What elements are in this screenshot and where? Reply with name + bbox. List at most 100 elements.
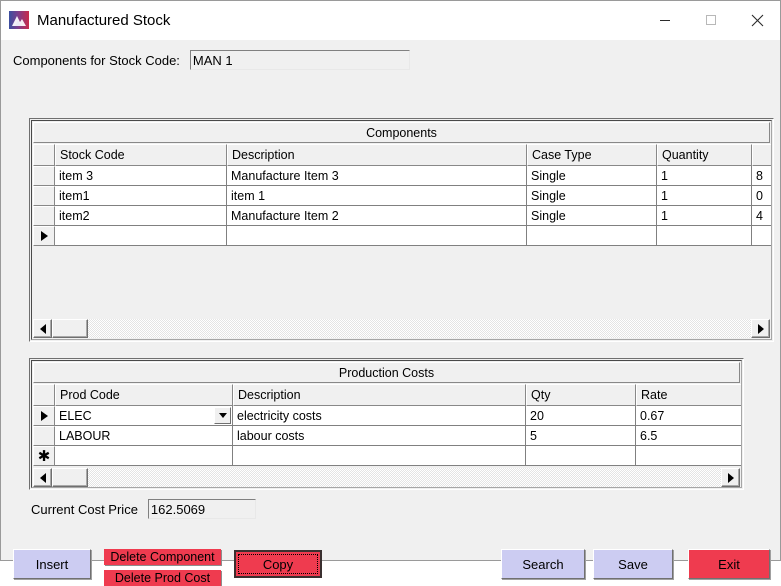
scroll-right-button[interactable] — [721, 468, 740, 487]
close-button[interactable] — [734, 1, 780, 39]
cell-description[interactable] — [227, 226, 527, 246]
table-row-new[interactable]: ✱ — [33, 446, 741, 466]
row-selector[interactable] — [33, 206, 55, 226]
row-selector[interactable] — [33, 426, 55, 446]
current-cost-price-row: Current Cost Price — [31, 499, 256, 519]
table-row[interactable]: item2 Manufacture Item 2 Single 1 4 — [33, 206, 771, 226]
cell-case-type[interactable]: Single — [527, 206, 657, 226]
components-grid-header: Stock Code Description Case Type Quantit… — [33, 144, 771, 166]
cell-extra[interactable]: 4 — [752, 206, 771, 226]
components-grid-panel: Components Stock Code Description Case T… — [29, 118, 774, 342]
table-row[interactable]: item 3 Manufacture Item 3 Single 1 8 — [33, 166, 771, 186]
manufactured-stock-window: Manufactured Stock Components for Stock … — [0, 0, 781, 586]
prodcost-header-selector[interactable] — [33, 384, 55, 406]
cell-quantity[interactable]: 1 — [657, 206, 752, 226]
row-selector-current[interactable] — [33, 406, 55, 426]
delete-component-button[interactable]: Delete Component — [104, 549, 221, 565]
cell-qty[interactable]: 5 — [526, 426, 636, 446]
minimize-icon — [660, 20, 670, 21]
production-costs-grid-caption: Production Costs — [33, 362, 740, 383]
scroll-left-button[interactable] — [33, 468, 52, 487]
prodcost-header-prod-code[interactable]: Prod Code — [55, 384, 233, 406]
cell-description[interactable]: labour costs — [233, 426, 526, 446]
prodcost-header-description[interactable]: Description — [233, 384, 526, 406]
cell-description[interactable]: item 1 — [227, 186, 527, 206]
insert-button[interactable]: Insert — [13, 549, 91, 579]
copy-button-label: Copy — [262, 556, 294, 572]
cell-description[interactable] — [233, 446, 526, 466]
cell-extra[interactable]: 8 — [752, 166, 771, 186]
components-header-quantity[interactable]: Quantity — [657, 144, 752, 166]
save-button[interactable]: Save — [593, 549, 673, 579]
chevron-down-icon — [218, 413, 227, 418]
cell-rate[interactable]: 0.67 — [636, 406, 741, 426]
stock-code-input[interactable] — [189, 50, 410, 70]
scroll-track[interactable] — [88, 468, 721, 487]
cell-quantity[interactable] — [657, 226, 752, 246]
cell-description[interactable]: Manufacture Item 3 — [227, 166, 527, 186]
cell-extra[interactable]: 0 — [752, 186, 771, 206]
table-row[interactable]: ELEC electricity costs 20 0.67 — [33, 406, 741, 426]
cell-extra[interactable] — [752, 226, 771, 246]
maximize-button[interactable] — [688, 1, 734, 39]
row-selector[interactable] — [33, 186, 55, 206]
cell-rate[interactable]: 6.5 — [636, 426, 741, 446]
scroll-left-icon — [39, 472, 46, 483]
cell-qty[interactable]: 20 — [526, 406, 636, 426]
components-header-stock-code[interactable]: Stock Code — [55, 144, 227, 166]
cell-description[interactable]: electricity costs — [233, 406, 526, 426]
prodcost-header-qty[interactable]: Qty — [526, 384, 636, 406]
cell-quantity[interactable]: 1 — [657, 186, 752, 206]
current-cost-price-label: Current Cost Price — [31, 501, 138, 517]
title-bar: Manufactured Stock — [1, 1, 780, 40]
row-selector-new[interactable]: ✱ — [33, 446, 55, 466]
current-row-marker-icon — [40, 231, 48, 241]
scroll-left-icon — [39, 323, 46, 334]
cell-stock-code[interactable] — [55, 226, 227, 246]
delete-prod-cost-button[interactable]: Delete Prod Cost — [104, 570, 221, 586]
client-area: Components for Stock Code: Components St… — [1, 40, 780, 586]
cell-prod-code[interactable]: ELEC — [55, 406, 233, 426]
components-header-case-type[interactable]: Case Type — [527, 144, 657, 166]
row-selector-current[interactable] — [33, 226, 55, 246]
table-row-new[interactable] — [33, 226, 771, 246]
minimize-button[interactable] — [642, 1, 688, 39]
cell-description[interactable]: Manufacture Item 2 — [227, 206, 527, 226]
cell-case-type[interactable] — [527, 226, 657, 246]
maximize-icon — [706, 15, 716, 25]
cell-case-type[interactable]: Single — [527, 166, 657, 186]
production-costs-horizontal-scrollbar[interactable] — [33, 468, 740, 487]
table-row[interactable]: item1 item 1 Single 1 0 — [33, 186, 771, 206]
current-cost-price-input[interactable] — [147, 499, 256, 519]
copy-button[interactable]: Copy — [234, 550, 322, 578]
components-grid-body: item 3 Manufacture Item 3 Single 1 8 ite… — [33, 166, 771, 246]
production-costs-grid-body: ELEC electricity costs 20 0.67 LABOUR la… — [33, 406, 741, 466]
cell-prod-code[interactable]: LABOUR — [55, 426, 233, 446]
scroll-thumb[interactable] — [52, 468, 88, 487]
cell-rate[interactable] — [636, 446, 741, 466]
row-selector[interactable] — [33, 166, 55, 186]
components-header-description[interactable]: Description — [227, 144, 527, 166]
exit-button[interactable]: Exit — [688, 549, 770, 579]
cell-prod-code[interactable] — [55, 446, 233, 466]
components-horizontal-scrollbar[interactable] — [33, 319, 770, 338]
scroll-thumb[interactable] — [52, 319, 88, 338]
cell-qty[interactable] — [526, 446, 636, 466]
cell-quantity[interactable]: 1 — [657, 166, 752, 186]
cell-stock-code[interactable]: item1 — [55, 186, 227, 206]
production-costs-grid-header: Prod Code Description Qty Rate — [33, 384, 741, 406]
cell-case-type[interactable]: Single — [527, 186, 657, 206]
scroll-right-button[interactable] — [751, 319, 770, 338]
cell-stock-code[interactable]: item2 — [55, 206, 227, 226]
scroll-track[interactable] — [88, 319, 751, 338]
table-row[interactable]: LABOUR labour costs 5 6.5 — [33, 426, 741, 446]
scroll-right-icon — [757, 323, 764, 334]
scroll-left-button[interactable] — [33, 319, 52, 338]
prodcost-header-rate[interactable]: Rate — [636, 384, 741, 406]
components-header-extra[interactable] — [752, 144, 771, 166]
cell-stock-code[interactable]: item 3 — [55, 166, 227, 186]
search-button[interactable]: Search — [501, 549, 585, 579]
components-header-selector[interactable] — [33, 144, 55, 166]
scroll-right-icon — [727, 472, 734, 483]
prod-code-dropdown-button[interactable] — [214, 407, 231, 424]
